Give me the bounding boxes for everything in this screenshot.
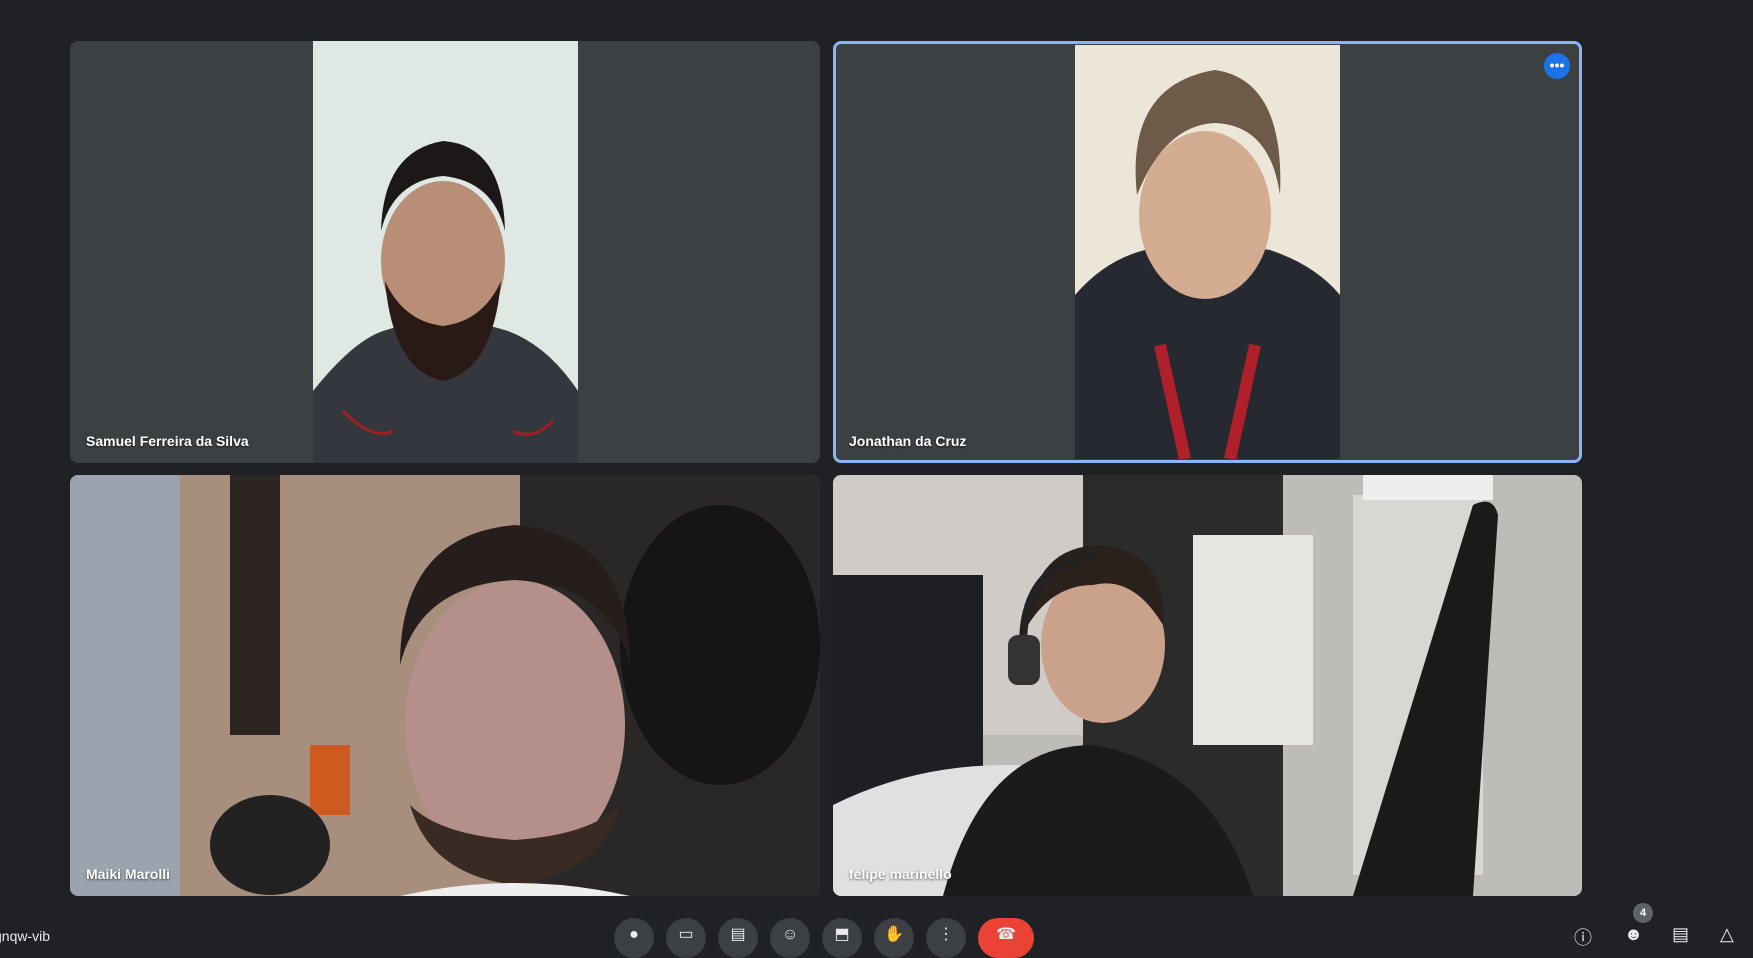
participant-name: Maiki Marolli <box>86 866 171 882</box>
meeting-code: gnqw-vib <box>0 928 51 944</box>
present-icon[interactable]: ⬒ <box>822 918 862 958</box>
participant-tile-samuel[interactable]: Samuel Ferreira da Silva <box>70 41 820 463</box>
raise-hand-icon[interactable]: ✋ <box>874 918 914 958</box>
activities-icon[interactable]: △ <box>1720 924 1734 945</box>
participant-name: Samuel Ferreira da Silva <box>86 433 249 449</box>
more-options-vertical-icon[interactable]: ⋮ <box>926 918 966 958</box>
participant-tile-felipe[interactable]: felipe marinello <box>833 475 1582 896</box>
info-icon[interactable]: ⓘ <box>1574 924 1592 950</box>
meeting-toolbar: gnqw-vib ● ▭ ▤ ☺ ⬒ ✋ ⋮ ☎ ⓘ ☻ ▤ △ <box>0 910 1753 958</box>
more-options-icon[interactable]: ••• <box>1544 53 1570 79</box>
participant-video <box>70 475 820 896</box>
participant-name: Jonathan da Cruz <box>849 433 967 449</box>
participant-video <box>1075 45 1340 459</box>
chat-icon[interactable]: ▤ <box>1672 924 1689 945</box>
microphone-icon[interactable]: ● <box>614 918 654 958</box>
participant-tile-maiki[interactable]: Maiki Marolli <box>70 475 820 896</box>
camera-icon[interactable]: ▭ <box>666 918 706 958</box>
captions-icon[interactable]: ▤ <box>718 918 758 958</box>
people-icon[interactable]: ☻ <box>1624 924 1643 945</box>
participant-video <box>313 41 578 463</box>
end-call-icon[interactable]: ☎ <box>978 918 1034 958</box>
participant-video <box>833 475 1582 896</box>
people-count-badge: 4 <box>1633 903 1653 923</box>
participant-name: felipe marinello <box>849 866 952 882</box>
participant-tile-jonathan[interactable]: Jonathan da Cruz ••• <box>833 41 1582 463</box>
emoji-icon[interactable]: ☺ <box>770 918 810 958</box>
